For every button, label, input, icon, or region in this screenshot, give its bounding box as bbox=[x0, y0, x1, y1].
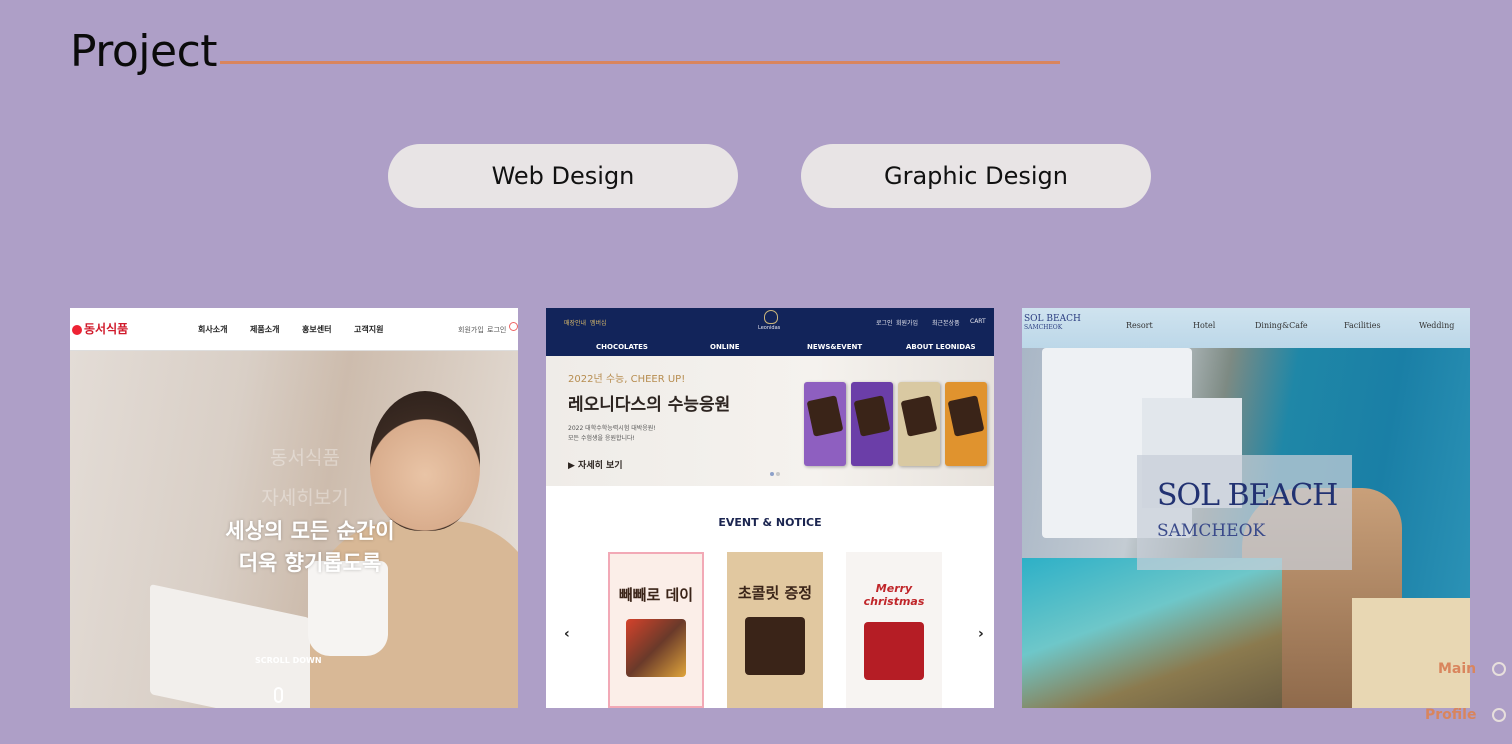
banner-title: 레오니다스의 수능응원 bbox=[568, 395, 731, 415]
leonidas-nav-item: ONLINE bbox=[710, 343, 740, 351]
waterpark-image bbox=[1022, 558, 1282, 708]
side-nav-profile-dot[interactable] bbox=[1492, 708, 1506, 722]
hero-ghost-text: 자세히보기 bbox=[261, 487, 349, 509]
event-card: 초콜릿 증정 bbox=[727, 552, 823, 708]
person-face-image bbox=[370, 391, 480, 531]
project-card-solbeach[interactable]: SOL BEACH SAMCHEOK Resort Hotel Dining&C… bbox=[1022, 308, 1470, 708]
project-card-leonidas[interactable]: 매장안내 멤버십 Leonidas 로그인 회원가입 최근본상품 CART CH… bbox=[546, 308, 994, 708]
leonidas-brand: Leonidas bbox=[758, 325, 781, 331]
graphic-design-button[interactable]: Graphic Design bbox=[801, 144, 1151, 208]
chocolate-box-image bbox=[898, 382, 940, 466]
leonidas-top-link: 로그인 bbox=[876, 320, 893, 327]
hero-headline: 더욱 향기롭도록 bbox=[238, 551, 382, 575]
side-nav-main[interactable]: Main bbox=[1438, 661, 1476, 677]
leonidas-nav-item: CHOCOLATES bbox=[596, 343, 648, 351]
solbeach-nav-item: Facilities bbox=[1344, 321, 1381, 330]
chocolate-box-image bbox=[804, 382, 846, 466]
leonidas-top-link: 최근본상품 bbox=[932, 320, 960, 327]
leonidas-nav-item: ABOUT LEONIDAS bbox=[906, 343, 976, 351]
solbeach-subtitle: SAMCHEOK bbox=[1157, 521, 1266, 541]
dongsuh-hero-image: 동서식품 자세히보기 세상의 모든 순간이 더욱 향기롭도록 SCROLL DO… bbox=[70, 351, 518, 708]
solbeach-nav-item: Hotel bbox=[1193, 321, 1216, 330]
leonidas-top-link: 매장안내 bbox=[564, 320, 587, 327]
banner-desc-line: 2022 대학수학능력시험 대박응원! bbox=[568, 425, 656, 432]
dongsuh-nav-bar: 동서식품 회사소개 제품소개 홍보센터 고객지원 회원가입 로그인 bbox=[70, 308, 518, 351]
solbeach-logo-sub: SAMCHEOK bbox=[1024, 324, 1063, 331]
chevron-right-icon: › bbox=[978, 626, 984, 642]
dongsuh-nav-item: 회사소개 bbox=[198, 325, 228, 334]
banner-kicker: 2022년 수능, CHEER UP! bbox=[568, 374, 686, 385]
event-card: Merry christmas bbox=[846, 552, 942, 708]
dongsuh-nav-item: 고객지원 bbox=[354, 325, 384, 334]
solbeach-title: SOL BEACH bbox=[1157, 478, 1338, 513]
dongsuh-nav-item: 홍보센터 bbox=[302, 325, 332, 334]
chevron-left-icon: ‹ bbox=[564, 626, 570, 642]
chocolate-box-image bbox=[851, 382, 893, 466]
web-design-button[interactable]: Web Design bbox=[388, 144, 738, 208]
beach-image bbox=[1352, 598, 1470, 708]
section-title: Project bbox=[70, 26, 218, 77]
banner-desc-line: 모든 수험생을 응원합니다! bbox=[568, 435, 635, 442]
leonidas-event-section: EVENT & NOTICE ‹ › 빼빼로 데이 초콜릿 증정 Merry c… bbox=[546, 486, 994, 708]
leonidas-nav-item: NEWS&EVENT bbox=[807, 343, 863, 351]
event-card-title: Merry christmas bbox=[863, 582, 925, 608]
solbeach-nav-item: Dining&Cafe bbox=[1255, 321, 1308, 330]
dongsuh-logo-icon bbox=[72, 324, 82, 335]
event-card: 빼빼로 데이 bbox=[608, 552, 704, 708]
leonidas-banner: 2022년 수능, CHEER UP! 레오니다스의 수능응원 2022 대학수… bbox=[546, 356, 994, 486]
banner-description: 2022 대학수학능력시험 대박응원! 모든 수험생을 응원합니다! bbox=[568, 424, 656, 444]
hero-headline: 세상의 모든 순간이 bbox=[225, 519, 395, 543]
solbeach-nav-item: Resort bbox=[1126, 321, 1153, 330]
solbeach-logo: SOL BEACH bbox=[1024, 314, 1081, 324]
dongsuh-util-item: 로그인 bbox=[487, 326, 507, 334]
scroll-down-label: SCROLL DOWN bbox=[255, 656, 322, 665]
leonidas-top-link: 멤버십 bbox=[590, 320, 607, 327]
leonidas-top-link: 회원가입 bbox=[896, 320, 919, 327]
event-notice-title: EVENT & NOTICE bbox=[718, 516, 822, 529]
dongsuh-logo: 동서식품 bbox=[72, 320, 128, 337]
title-divider bbox=[220, 61, 1060, 64]
event-card-image bbox=[864, 622, 924, 680]
dongsuh-logo-text: 동서식품 bbox=[84, 322, 129, 336]
search-icon bbox=[509, 322, 518, 331]
dongsuh-util-item: 회원가입 bbox=[458, 326, 484, 334]
chocolate-box-image bbox=[945, 382, 987, 466]
hero-ghost-text: 동서식품 bbox=[270, 447, 340, 469]
leonidas-header: 매장안내 멤버십 Leonidas 로그인 회원가입 최근본상품 CART CH… bbox=[546, 308, 994, 356]
carousel-dots bbox=[770, 472, 774, 476]
banner-cta: ▶ 자세히 보기 bbox=[568, 461, 623, 471]
side-nav-profile[interactable]: Profile bbox=[1425, 707, 1476, 723]
event-card-image bbox=[745, 617, 805, 675]
dongsuh-nav-item: 제품소개 bbox=[250, 325, 280, 334]
mouse-icon bbox=[274, 687, 283, 703]
book-image bbox=[150, 583, 310, 708]
solbeach-nav-item: Wedding bbox=[1419, 321, 1455, 330]
project-card-dongsuh[interactable]: 동서식품 회사소개 제품소개 홍보센터 고객지원 회원가입 로그인 동서식품 자… bbox=[70, 308, 518, 708]
leonidas-crest-icon bbox=[764, 310, 778, 324]
event-card-image bbox=[626, 619, 686, 677]
leonidas-top-link: CART bbox=[970, 318, 986, 325]
event-card-title: 빼빼로 데이 bbox=[618, 586, 694, 604]
event-card-title: 초콜릿 증정 bbox=[737, 584, 813, 602]
side-nav-main-dot[interactable] bbox=[1492, 662, 1506, 676]
